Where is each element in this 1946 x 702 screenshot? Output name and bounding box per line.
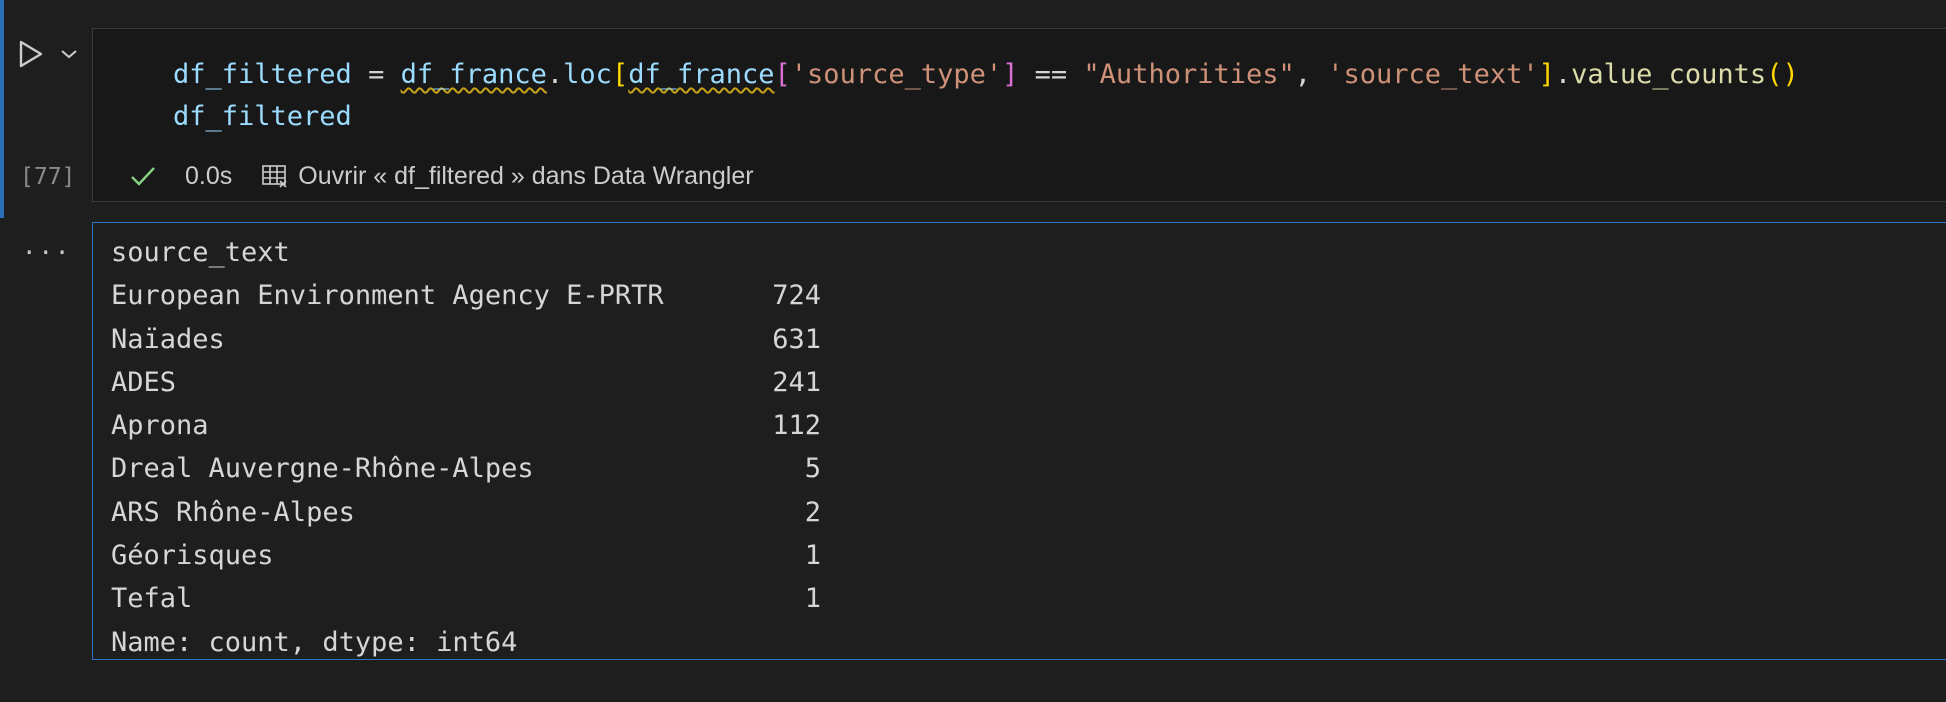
output-row-label: Dreal Auvergne-Rhône-Alpes: [111, 453, 534, 485]
code-token: .: [1554, 59, 1572, 90]
code-token-warning: df_france: [628, 59, 775, 90]
execution-time: 0.0s: [185, 161, 233, 190]
output-row: ADES 241: [111, 361, 821, 404]
output-row: Aprona 112: [111, 404, 821, 447]
code-token: .: [546, 59, 564, 90]
play-icon: [19, 40, 43, 68]
grid-icon: [260, 161, 292, 191]
output-row-count: 724: [772, 280, 821, 312]
cell-run-controls: [14, 36, 86, 72]
code-token: ]: [1002, 59, 1019, 90]
code-line-2: df_filtered: [173, 99, 352, 135]
output-row-count: 112: [772, 410, 821, 442]
output-row: European Environment Agency E-PRTR 724: [111, 274, 821, 317]
output-row-count: 1: [804, 540, 821, 572]
output-footer: Name: count, dtype: int64: [111, 626, 518, 658]
output-header: source_text: [111, 237, 290, 268]
output-row-label: Tefal: [111, 583, 193, 615]
output-row-count: 1: [804, 583, 821, 615]
code-editor[interactable]: df_filtered = df_france.loc[df_france['s…: [92, 28, 1946, 202]
run-options-button[interactable]: [58, 43, 80, 65]
code-token: "Authorities": [1083, 59, 1295, 90]
code-token: =: [351, 59, 401, 90]
notebook: [77] ... df_filtered = df_france.loc[df_…: [0, 0, 1946, 702]
code-token: ==: [1018, 59, 1084, 90]
output-row-label: Naïades: [111, 323, 225, 355]
output-row: Naïades 631: [111, 318, 821, 361]
code-token: df_filtered: [173, 59, 352, 90]
code-token: df_filtered: [173, 101, 352, 132]
code-token: 'source_text': [1327, 59, 1539, 90]
code-token: value_counts: [1571, 59, 1767, 90]
cell-status-bar: 0.0s Ouvrir « df_filtered » dans Data Wr…: [129, 157, 754, 195]
output-row: Dreal Auvergne-Rhône-Alpes 5: [111, 447, 821, 490]
code-token: [: [774, 59, 791, 90]
output-row-label: European Environment Agency E-PRTR: [111, 280, 664, 312]
output-row-count: 631: [772, 323, 821, 355]
output-menu-button[interactable]: ...: [22, 232, 71, 260]
code-line-1: df_filtered = df_france.loc[df_france['s…: [173, 57, 1799, 93]
cell-output[interactable]: source_text European Environment Agency …: [92, 222, 1946, 660]
output-row-label: ADES: [111, 366, 177, 398]
open-data-wrangler-link[interactable]: Ouvrir « df_filtered » dans Data Wrangle…: [260, 161, 754, 191]
cell-focus-indicator: [0, 0, 4, 218]
chevron-down-icon: [61, 50, 77, 59]
output-row-count: 241: [772, 366, 821, 398]
code-token: loc: [563, 59, 612, 90]
output-row: Géorisques 1: [111, 534, 821, 577]
open-data-wrangler-label: Ouvrir « df_filtered » dans Data Wrangle…: [298, 161, 754, 190]
run-cell-button[interactable]: [14, 37, 48, 71]
output-text: source_text European Environment Agency …: [111, 231, 821, 664]
output-row-label: Aprona: [111, 410, 209, 442]
code-token: [: [611, 59, 629, 90]
output-row: Tefal 1: [111, 577, 821, 620]
output-row: ARS Rhône-Alpes 2: [111, 491, 821, 534]
code-token: ]: [1538, 59, 1555, 90]
execution-count: [77]: [20, 164, 76, 190]
check-icon: [129, 161, 159, 191]
output-rows: European Environment Agency E-PRTR 724 Naï…: [111, 274, 821, 620]
output-row-count: 5: [804, 453, 821, 485]
output-row-label: ARS Rhône-Alpes: [111, 496, 355, 528]
code-token: ,: [1294, 59, 1328, 90]
code-token: (): [1766, 59, 1799, 90]
output-row-count: 2: [804, 496, 821, 528]
output-row-label: Géorisques: [111, 540, 274, 572]
code-token-warning: df_france: [400, 59, 547, 90]
code-token: 'source_type': [790, 59, 1003, 90]
